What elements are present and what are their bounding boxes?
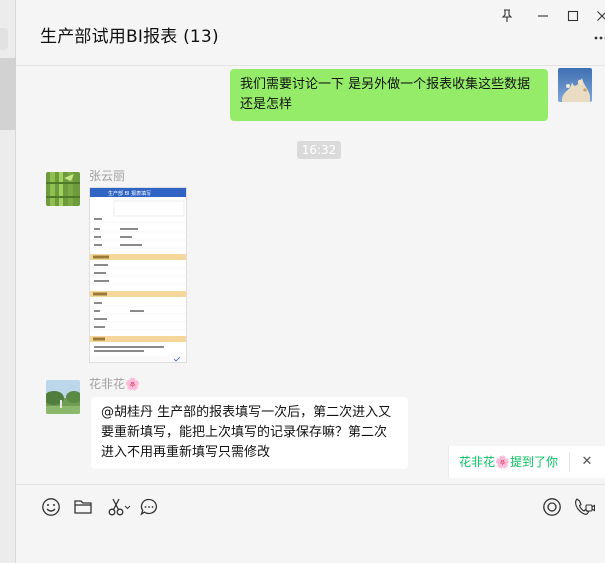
more-icon[interactable] — [594, 30, 605, 46]
live-icon[interactable] — [541, 496, 563, 518]
mention-divider — [569, 452, 570, 472]
message-input-area[interactable] — [16, 528, 605, 563]
chat-history-icon[interactable] — [138, 496, 160, 518]
text-message-text: @胡桂丹 生产部的报表填写一次后，第二次进入又要重新填写，能把上次填写的记录保存… — [101, 405, 392, 460]
minimize-icon[interactable] — [533, 6, 553, 26]
chat-title[interactable]: 生产部试用BI报表 (13) — [40, 22, 219, 47]
sender-name: 花非花🌸 — [89, 375, 140, 392]
sender-name: 张云丽 — [89, 169, 126, 183]
sender-avatar-huafeihua[interactable] — [46, 380, 80, 414]
mention-emoji: 🌸 — [495, 455, 510, 469]
sender-avatar-zhangyunli[interactable] — [46, 172, 80, 206]
emoji-icon[interactable] — [40, 496, 62, 518]
self-message-bubble[interactable]: 我们需要讨论一下 是另外做一个报表收集这些数据还是怎样 — [230, 69, 548, 121]
pin-icon[interactable] — [497, 6, 517, 26]
mention-suffix: 提到了你 — [509, 455, 558, 469]
message-list[interactable]: 我们需要讨论一下 是另外做一个报表收集这些数据还是怎样 16:32 张云丽 生产… — [16, 66, 605, 484]
sender-flower-emoji: 🌸 — [125, 377, 140, 391]
time-divider: 16:32 — [297, 141, 341, 159]
search-box-edge[interactable] — [0, 28, 8, 50]
thumb-title: 生产部 BI 报表填写 — [108, 190, 151, 197]
mention-notification[interactable]: 花非花🌸提到了你 ✕ — [448, 446, 605, 478]
mention-text[interactable]: 花非花🌸提到了你 — [459, 453, 558, 470]
self-message-text: 我们需要讨论一下 是另外做一个报表收集这些数据还是怎样 — [240, 77, 531, 112]
self-avatar[interactable] — [558, 68, 592, 102]
maximize-icon[interactable] — [563, 6, 583, 26]
sender-name-text: 花非花 — [89, 377, 126, 391]
scissors-icon[interactable] — [106, 496, 132, 518]
video-call-icon[interactable] — [573, 496, 595, 518]
folder-icon[interactable] — [72, 496, 94, 518]
selected-session-highlight[interactable] — [0, 58, 16, 130]
chat-header: 生产部试用BI报表 (13) — [16, 0, 605, 66]
mention-close-button[interactable]: ✕ — [578, 452, 596, 472]
close-icon[interactable] — [592, 6, 605, 26]
chat-window: 生产部试用BI报表 (13) 我们需要讨论一下 是另外做一个报表收集这些数据还是… — [0, 0, 605, 563]
mention-sender: 花非花 — [459, 455, 496, 469]
session-list-edge[interactable] — [0, 0, 16, 563]
image-message-thumbnail[interactable]: 生产部 BI 报表填写 — [89, 187, 187, 363]
text-message-bubble[interactable]: @胡桂丹 生产部的报表填写一次后，第二次进入又要重新填写，能把上次填写的记录保存… — [91, 397, 408, 469]
input-toolbar — [16, 484, 605, 528]
